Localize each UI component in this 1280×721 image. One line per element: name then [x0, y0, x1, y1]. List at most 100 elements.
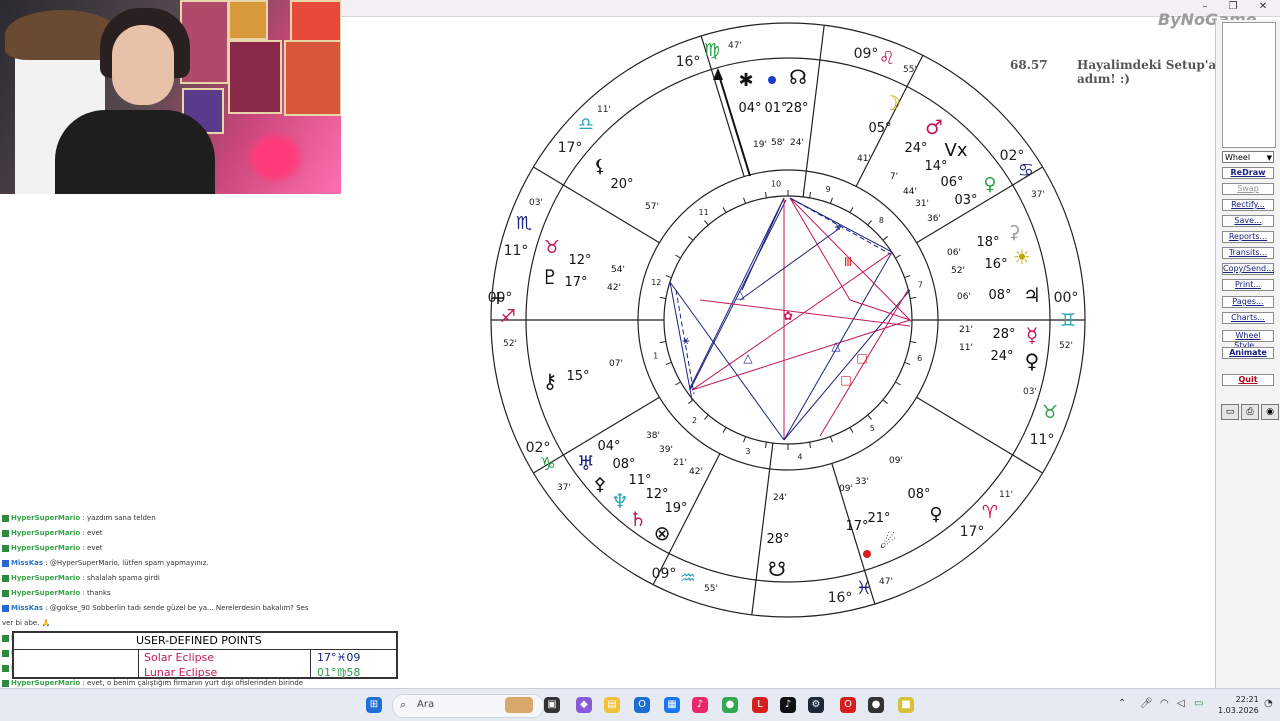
planet-degree-label: 19° — [664, 501, 687, 516]
aspect-line — [789, 197, 851, 301]
degree-tick — [904, 361, 911, 365]
spongebob-icon[interactable]: ■ — [898, 697, 914, 713]
widget-icon[interactable] — [505, 697, 533, 713]
udp-title: USER-DEFINED POINTS — [136, 634, 262, 647]
volume-icon[interactable]: ◁ — [1177, 698, 1185, 709]
planet-degree-label: 15° — [566, 369, 589, 384]
battery-icon[interactable]: ▭ — [1194, 698, 1203, 709]
panel-button-wheel-style[interactable]: Wheel Style... — [1222, 330, 1274, 350]
degree-tick — [675, 381, 681, 386]
comet-icon: ☄ — [880, 532, 896, 553]
degree-tick — [895, 381, 901, 386]
kick-badge-icon — [2, 634, 9, 642]
degree-tick — [809, 442, 812, 449]
planet-degree-label: 38' — [646, 431, 660, 441]
chat-username[interactable]: HyperSuperMario — [11, 679, 80, 687]
planet-degree-label: 12° — [568, 253, 591, 268]
udp-divider — [138, 649, 139, 679]
chart-list-box[interactable] — [1222, 22, 1276, 148]
panel-button-charts[interactable]: Charts... — [1222, 312, 1274, 324]
chat-username[interactable]: HyperSuperMario — [11, 544, 80, 552]
calendar-icon[interactable]: ▦ — [664, 697, 680, 713]
planet-degree-label: 28° — [766, 532, 789, 547]
taskbar-clock[interactable]: 22:21 1.03.2026 — [1218, 694, 1259, 716]
house-number: 6 — [917, 354, 922, 363]
close-icon[interactable]: ✕ — [1256, 0, 1270, 14]
moderator-badge-icon — [2, 604, 9, 612]
panel-button-copy-send[interactable]: Copy/Send... — [1222, 263, 1274, 275]
degree-tick — [867, 414, 872, 420]
panel-button-reports[interactable]: Reports... — [1222, 231, 1274, 243]
tiktok-live-icon[interactable]: ♪ — [780, 697, 796, 713]
windows-start-icon[interactable]: ⊞ — [366, 697, 382, 713]
chat-message: ver bi abe. 🙏 — [2, 619, 50, 627]
quit-button[interactable]: Quit — [1222, 374, 1274, 386]
search-icon: ⌕ — [400, 698, 407, 711]
house-number: 10 — [771, 180, 781, 189]
notification-icon[interactable]: ◔ — [1264, 698, 1273, 709]
chat-text: : evet — [82, 544, 103, 552]
panel-button-print[interactable]: Print... — [1222, 279, 1274, 291]
steam-icon[interactable]: ⚙ — [808, 697, 824, 713]
house-cusp-degree: 09° — [652, 566, 677, 582]
panel-button-animate[interactable]: Animate — [1222, 347, 1274, 359]
chat-message: HyperSuperMario : thanks — [2, 589, 111, 597]
panel-button-pages[interactable]: Pages... — [1222, 296, 1274, 308]
chat-username[interactable]: HyperSuperMario — [11, 529, 80, 537]
task-view-icon[interactable]: ▣ — [544, 697, 560, 713]
house-number: 7 — [918, 281, 923, 290]
house-cusp-degree: 11' — [597, 105, 611, 115]
copilot-icon[interactable]: ◆ — [576, 697, 592, 713]
house-number: 8 — [879, 216, 884, 225]
microphone-icon[interactable]: 🎤︎ — [1140, 698, 1153, 709]
chart-type-select[interactable]: Wheel ▼ — [1222, 151, 1274, 163]
outlook-icon[interactable]: O — [634, 697, 650, 713]
monitor-icon[interactable]: ▭ — [1221, 404, 1239, 420]
chat-username[interactable]: MissKas — [11, 559, 43, 567]
house-cusp-degree: 55' — [704, 584, 718, 594]
degree-tick — [688, 399, 694, 404]
wifi-icon[interactable]: ◠ — [1160, 698, 1169, 709]
planet-degree-label: 11' — [959, 343, 973, 353]
planet-degree-label: 57' — [645, 202, 659, 212]
planet-degree-label: 17° — [564, 275, 587, 290]
app-l-icon[interactable]: L — [752, 697, 768, 713]
house-cusp-degree: 47' — [728, 41, 742, 51]
degree-tick — [829, 436, 833, 443]
moon-icon: ☽ — [883, 91, 901, 115]
obs-icon[interactable]: ● — [868, 697, 884, 713]
house-cusp-degree: 52' — [503, 339, 517, 349]
pallas-icon: ⚴ — [593, 474, 606, 495]
house-cusp-line — [652, 453, 721, 585]
planet-degree-label: 41' — [857, 154, 871, 164]
house-cusp-degree: 52' — [1059, 341, 1073, 351]
opera-icon[interactable]: O — [840, 697, 856, 713]
planet-degree-label: 58' — [771, 138, 785, 148]
degree-tick — [910, 296, 917, 299]
chrome-icon[interactable]: ● — [722, 697, 738, 713]
kick-badge-icon — [2, 574, 9, 582]
house-cusp-degree: 00° — [1054, 290, 1079, 306]
printer-icon[interactable]: ⎙ — [1241, 404, 1259, 420]
planet-degree-label: 12° — [645, 487, 668, 502]
panel-button-redraw[interactable]: ReDraw — [1222, 167, 1274, 179]
planet-degree-label: 52' — [951, 266, 965, 276]
wall-poster — [228, 0, 268, 40]
panel-button-rectify[interactable]: Rectify... — [1222, 199, 1274, 211]
panel-button-save[interactable]: Save... — [1222, 215, 1274, 227]
degree-tick — [659, 296, 666, 299]
degree-tick — [688, 236, 694, 241]
tiktok-icon[interactable]: ♪ — [692, 697, 708, 713]
panel-button-swap[interactable]: Swap — [1222, 183, 1274, 195]
file-explorer-icon[interactable]: ▤ — [604, 697, 620, 713]
world-icon[interactable]: ◉ — [1261, 404, 1279, 420]
chat-username[interactable]: HyperSuperMario — [11, 589, 80, 597]
house-cusp-degree: 17° — [558, 140, 583, 156]
chat-username[interactable]: HyperSuperMario — [11, 574, 80, 582]
chevron-up-icon[interactable]: ⌃ — [1118, 698, 1126, 709]
chat-username[interactable]: MissKas — [11, 604, 43, 612]
planet-degree-label: 42' — [689, 467, 703, 477]
degree-tick — [849, 207, 854, 213]
chat-username[interactable]: HyperSuperMario — [11, 514, 80, 522]
panel-button-transits[interactable]: Transits... — [1222, 247, 1274, 259]
